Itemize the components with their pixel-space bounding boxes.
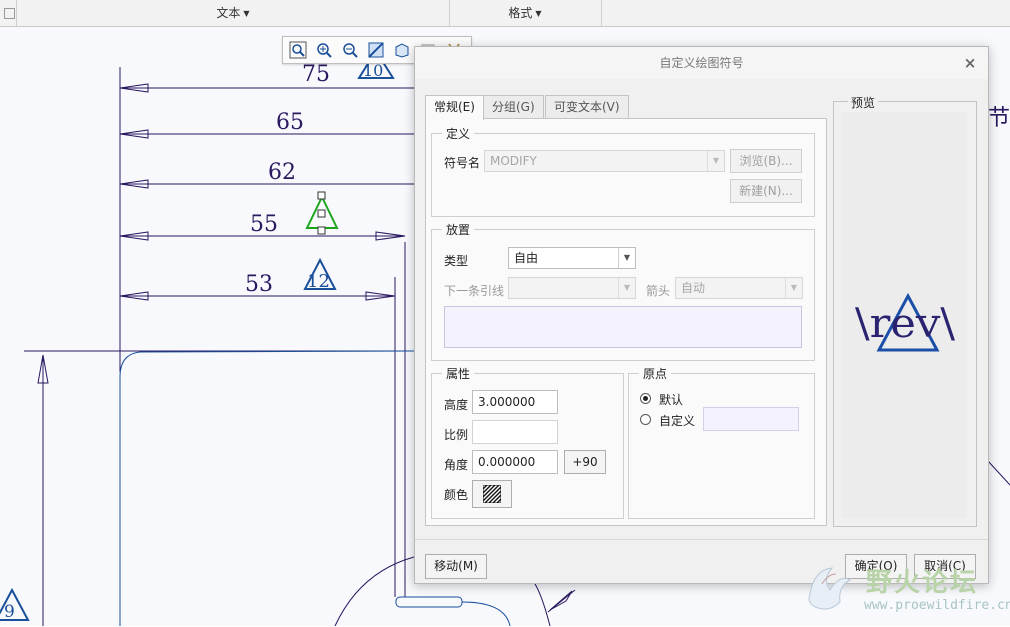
symbol-name-label: 符号名 xyxy=(444,156,481,170)
selection-handle xyxy=(317,226,326,235)
selection-handle xyxy=(317,191,326,200)
next-leader-label: 下一条引线 xyxy=(444,284,505,298)
angle-input[interactable]: 0.000000 xyxy=(472,450,558,474)
symbol-name-combo[interactable]: MODIFY ▼ xyxy=(484,150,725,172)
chevron-down-icon: ▼ xyxy=(535,9,542,18)
watermark-url: www.proewildfire.cn xyxy=(864,598,1010,613)
leader-list[interactable] xyxy=(444,306,802,348)
dimension-text: 53 xyxy=(245,272,273,297)
preview-group: 预览 \rev\ xyxy=(833,94,977,527)
part-edge xyxy=(334,556,415,626)
tab-label: 可变文本(V) xyxy=(554,100,620,114)
chevron-down-icon: ▼ xyxy=(785,278,802,298)
browse-button[interactable]: 浏览(B)... xyxy=(730,149,802,173)
leader-line xyxy=(987,460,1010,486)
color-button[interactable] xyxy=(472,480,512,508)
color-label: 颜色 xyxy=(444,488,469,502)
definition-group: 定义 符号名 MODIFY ▼ 浏览(B)... 新建(N)... xyxy=(431,125,815,217)
ribbon-group-text[interactable]: 文本 ▼ xyxy=(16,0,450,26)
group-title: 定义 xyxy=(442,125,475,142)
ribbon-group-label: 格式 xyxy=(508,6,533,20)
type-combo[interactable]: 自由 ▼ xyxy=(508,247,636,269)
preview-canvas: \rev\ xyxy=(841,112,967,518)
preview-text: \rev\ xyxy=(855,301,956,347)
tab-label: 常规(E) xyxy=(434,100,475,114)
forum-watermark: 野火论坛 www.proewildfire.cn xyxy=(800,560,1010,624)
properties-group: 属性 高度 3.000000 比例 角度 0.000000 +90 颜色 xyxy=(431,365,624,519)
arrow-combo[interactable]: 自动 ▼ xyxy=(675,277,803,299)
part-edge xyxy=(529,576,551,626)
symbol-name-value: MODIFY xyxy=(490,154,537,168)
type-label: 类型 xyxy=(444,254,469,268)
origin-custom-field[interactable] xyxy=(703,407,799,431)
preview-svg: \rev\ xyxy=(855,292,956,352)
hatch-color-icon xyxy=(482,484,502,504)
rev-triangle-label: 9 xyxy=(4,602,15,622)
tab-panel-general: 定义 符号名 MODIFY ▼ 浏览(B)... 新建(N)... 放置 类型 … xyxy=(425,118,827,526)
chevron-down-icon: ▼ xyxy=(618,278,635,298)
footer-divider xyxy=(415,539,988,540)
origin-group: 原点 默认 自定义 xyxy=(628,365,815,519)
scale-input[interactable] xyxy=(472,420,558,444)
part-edge xyxy=(119,350,415,626)
rotate-90-button[interactable]: +90 xyxy=(564,450,606,474)
zoom-out-icon[interactable] xyxy=(341,41,359,59)
repaint-icon[interactable] xyxy=(367,41,385,59)
angle-label: 角度 xyxy=(444,458,469,472)
ribbon-bar: 文本 ▼ 格式 ▼ xyxy=(0,0,1010,27)
tab-grouping[interactable]: 分组(G) xyxy=(483,95,544,119)
dimension-text: 62 xyxy=(268,160,296,185)
origin-default-label: 默认 xyxy=(659,393,684,407)
origin-custom-radio[interactable] xyxy=(640,414,651,425)
origin-default-radio[interactable] xyxy=(640,393,651,404)
chevron-down-icon: ▼ xyxy=(707,151,724,171)
dialog-title: 自定义绘图符号 xyxy=(415,47,988,79)
ribbon-corner-icon[interactable] xyxy=(4,8,15,19)
watermark-title: 野火论坛 xyxy=(866,568,979,598)
dimension-text: 65 xyxy=(276,110,304,135)
move-button[interactable]: 移动(M) xyxy=(425,554,487,579)
ribbon-group-format[interactable]: 格式 ▼ xyxy=(449,0,602,26)
tab-variable-text[interactable]: 可变文本(V) xyxy=(545,95,629,119)
origin-custom-label: 自定义 xyxy=(659,414,696,428)
selection-handle xyxy=(317,209,326,218)
rev-triangle-label: 12 xyxy=(307,271,330,292)
next-leader-combo[interactable]: ▼ xyxy=(508,277,636,299)
part-slot xyxy=(395,596,463,608)
ribbon-group-label: 文本 xyxy=(216,6,241,20)
zoom-fit-icon[interactable] xyxy=(289,41,307,59)
height-label: 高度 xyxy=(444,398,469,412)
arrow-head xyxy=(549,590,573,611)
group-title: 放置 xyxy=(442,221,475,238)
part-edge xyxy=(461,601,511,626)
custom-symbol-dialog: 自定义绘图符号 × 常规(E) 分组(G) 可变文本(V) 定义 符号名 MOD… xyxy=(414,46,989,584)
close-icon[interactable]: × xyxy=(962,55,978,71)
placement-group: 放置 类型 自由 ▼ 下一条引线 ▼ 箭头 自动 ▼ xyxy=(431,221,815,361)
arrow-label: 箭头 xyxy=(646,284,671,298)
tab-general[interactable]: 常规(E) xyxy=(425,95,484,120)
chevron-down-icon: ▼ xyxy=(618,248,635,268)
dimension-text: 55 xyxy=(250,212,278,237)
group-title: 属性 xyxy=(442,365,475,382)
side-text: 节 xyxy=(988,106,1010,131)
view-icon[interactable] xyxy=(393,41,411,59)
height-input[interactable]: 3.000000 xyxy=(472,390,558,414)
preview-title: 预览 xyxy=(848,94,879,111)
scale-label: 比例 xyxy=(444,428,469,442)
tab-label: 分组(G) xyxy=(492,100,535,114)
type-value: 自由 xyxy=(514,251,539,265)
chevron-down-icon: ▼ xyxy=(243,9,250,18)
new-button[interactable]: 新建(N)... xyxy=(730,179,802,203)
group-title: 原点 xyxy=(639,365,672,382)
arrow-value: 自动 xyxy=(681,281,706,295)
zoom-in-icon[interactable] xyxy=(315,41,333,59)
dimension-text: 75 xyxy=(302,62,330,87)
